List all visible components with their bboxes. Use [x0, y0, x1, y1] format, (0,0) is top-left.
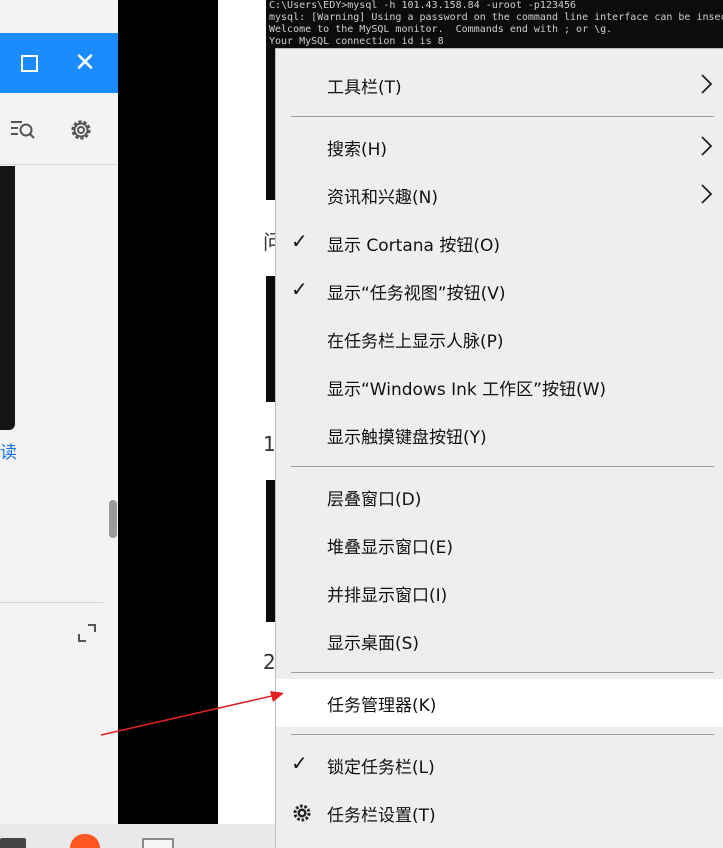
menu-item-show-touch-keyboard[interactable]: 显示触摸键盘按钮(Y)	[276, 411, 723, 459]
chevron-right-icon	[701, 74, 713, 94]
chevron-right-icon	[701, 184, 713, 204]
menu-separator	[291, 672, 714, 673]
menu-item-show-desktop[interactable]: 显示桌面(S)	[276, 617, 723, 665]
expand-icon[interactable]	[76, 622, 98, 644]
menu-item-label: 资讯和兴趣(N)	[327, 188, 438, 208]
menu-item-toolbars[interactable]: 工具栏(T)	[276, 61, 723, 109]
menu-item-show-cortana[interactable]: ✓ 显示 Cortana 按钮(O)	[276, 219, 723, 267]
menu-item-label: 工具栏(T)	[327, 78, 402, 98]
menu-item-task-manager[interactable]: 任务管理器(K)	[276, 679, 723, 727]
terminal-line: Welcome to the MySQL monitor. Commands e…	[269, 24, 613, 35]
menu-separator	[291, 466, 714, 467]
dark-background-strip	[118, 0, 218, 824]
chevron-right-icon	[701, 136, 713, 156]
maximize-button[interactable]	[4, 33, 54, 93]
terminal-line: C:\Users\EDY>mysql -h 101.43.158.84 -uro…	[269, 0, 577, 11]
terminal-line: Your MySQL connection id is 8	[269, 36, 444, 47]
settings-gear-icon[interactable]	[66, 115, 96, 145]
menu-item-label: 显示“任务视图”按钮(V)	[327, 284, 506, 304]
menu-item-label: 搜索(H)	[327, 140, 388, 160]
preview-panel	[0, 166, 15, 430]
check-icon: ✓	[291, 277, 308, 301]
menu-item-lock-taskbar[interactable]: ✓ 锁定任务栏(L)	[276, 741, 723, 789]
background-text: 1	[263, 432, 276, 456]
menu-item-stack-windows[interactable]: 堆叠显示窗口(E)	[276, 521, 723, 569]
menu-item-label: 任务管理器(K)	[327, 696, 437, 716]
menu-item-label: 显示桌面(S)	[327, 634, 420, 654]
menu-separator	[291, 734, 714, 735]
menu-item-label: 并排显示窗口(I)	[327, 586, 448, 606]
menu-item-cascade-windows[interactable]: 层叠窗口(D)	[276, 473, 723, 521]
app-window: ✕ 读	[0, 0, 118, 848]
taskbar	[0, 824, 275, 848]
search-list-icon[interactable]	[8, 115, 38, 145]
check-icon: ✓	[291, 751, 308, 775]
menu-item-label: 显示 Cortana 按钮(O)	[327, 236, 500, 256]
menu-item-news-interests[interactable]: 资讯和兴趣(N)	[276, 171, 723, 219]
maximize-icon	[20, 54, 38, 72]
menu-item-label: 在任务栏上显示人脉(P)	[327, 332, 504, 352]
menu-item-label: 层叠窗口(D)	[327, 490, 422, 510]
menu-item-label: 任务栏设置(T)	[327, 806, 436, 826]
taskbar-app-icon[interactable]	[0, 838, 26, 848]
menu-item-show-people[interactable]: 在任务栏上显示人脉(P)	[276, 315, 723, 363]
menu-item-search[interactable]: 搜索(H)	[276, 123, 723, 171]
taskbar-context-menu: 工具栏(T) 搜索(H) 资讯和兴趣(N) ✓ 显示 Cortana 按钮(O)…	[275, 48, 723, 848]
menu-item-side-by-side[interactable]: 并排显示窗口(I)	[276, 569, 723, 617]
background-text: 2	[263, 650, 276, 674]
menu-item-show-ink-workspace[interactable]: 显示“Windows Ink 工作区”按钮(W)	[276, 363, 723, 411]
taskbar-app-icon[interactable]	[70, 834, 100, 848]
menu-item-label: 堆叠显示窗口(E)	[327, 538, 454, 558]
gear-icon	[293, 804, 311, 822]
close-button[interactable]: ✕	[60, 33, 110, 93]
taskbar-app-icon[interactable]	[142, 838, 174, 848]
scrollbar-thumb[interactable]	[109, 500, 117, 538]
check-icon: ✓	[291, 229, 308, 253]
read-link[interactable]: 读	[0, 438, 17, 463]
window-titlebar: ✕	[0, 33, 118, 93]
close-icon: ✕	[74, 48, 96, 78]
terminal-line: mysql: [Warning] Using a password on the…	[269, 12, 723, 23]
menu-separator	[291, 116, 714, 117]
menu-item-label: 显示“Windows Ink 工作区”按钮(W)	[327, 380, 607, 400]
menu-item-label: 显示触摸键盘按钮(Y)	[327, 428, 487, 448]
app-toolbar	[0, 93, 118, 165]
menu-item-label: 锁定任务栏(L)	[327, 758, 435, 778]
divider	[0, 602, 103, 603]
menu-item-show-task-view[interactable]: ✓ 显示“任务视图”按钮(V)	[276, 267, 723, 315]
menu-item-taskbar-settings[interactable]: 任务栏设置(T)	[276, 789, 723, 837]
